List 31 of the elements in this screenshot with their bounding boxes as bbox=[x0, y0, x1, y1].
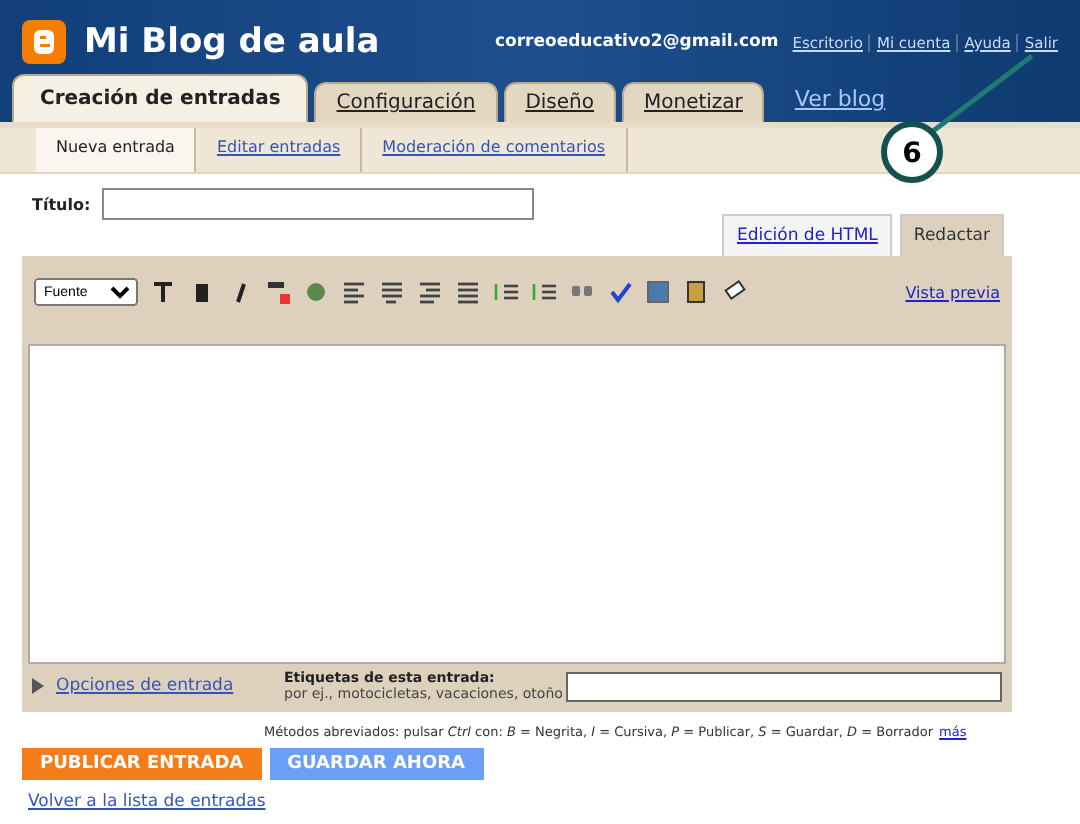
justify-icon[interactable] bbox=[456, 280, 480, 304]
align-left-icon[interactable] bbox=[342, 280, 366, 304]
back-link[interactable]: Volver a la lista de entradas bbox=[0, 780, 1080, 812]
numbered-list-icon[interactable] bbox=[494, 280, 518, 304]
options-link[interactable]: Opciones de entrada bbox=[56, 676, 284, 696]
main-tab[interactable]: Monetizar bbox=[621, 82, 765, 122]
sub-tab[interactable]: Nueva entrada bbox=[36, 128, 197, 172]
sub-tab[interactable]: Editar entradas bbox=[196, 128, 363, 172]
editor-tab[interactable]: Redactar bbox=[899, 214, 1004, 256]
image-icon[interactable] bbox=[646, 280, 670, 304]
main-tab[interactable]: Diseño bbox=[503, 82, 616, 122]
main-tab[interactable]: Configuración bbox=[314, 82, 498, 122]
view-blog-link[interactable]: Ver blog bbox=[770, 86, 910, 122]
account-email: correoeducativo2@gmail.com bbox=[494, 32, 779, 52]
blog-title: Mi Blog de aula bbox=[84, 22, 382, 62]
text-size-icon[interactable] bbox=[152, 280, 176, 304]
preview-link[interactable]: Vista previa bbox=[905, 283, 1000, 301]
sub-tab[interactable]: Moderación de comentarios bbox=[362, 128, 628, 172]
title-label: Título: bbox=[32, 195, 91, 213]
video-icon[interactable] bbox=[684, 280, 708, 304]
logo-icon bbox=[22, 20, 66, 64]
labels-input[interactable] bbox=[566, 671, 1002, 701]
expand-triangle-icon[interactable] bbox=[32, 678, 44, 694]
editor-tab[interactable]: Edición de HTML bbox=[722, 214, 892, 256]
spellcheck-icon[interactable] bbox=[608, 280, 632, 304]
title-input[interactable] bbox=[102, 188, 535, 220]
align-center-icon[interactable] bbox=[380, 280, 404, 304]
text-color-icon[interactable] bbox=[266, 280, 290, 304]
bullet-list-icon[interactable] bbox=[532, 280, 556, 304]
align-right-icon[interactable] bbox=[418, 280, 442, 304]
main-tab[interactable]: Creación de entradas bbox=[12, 74, 309, 122]
